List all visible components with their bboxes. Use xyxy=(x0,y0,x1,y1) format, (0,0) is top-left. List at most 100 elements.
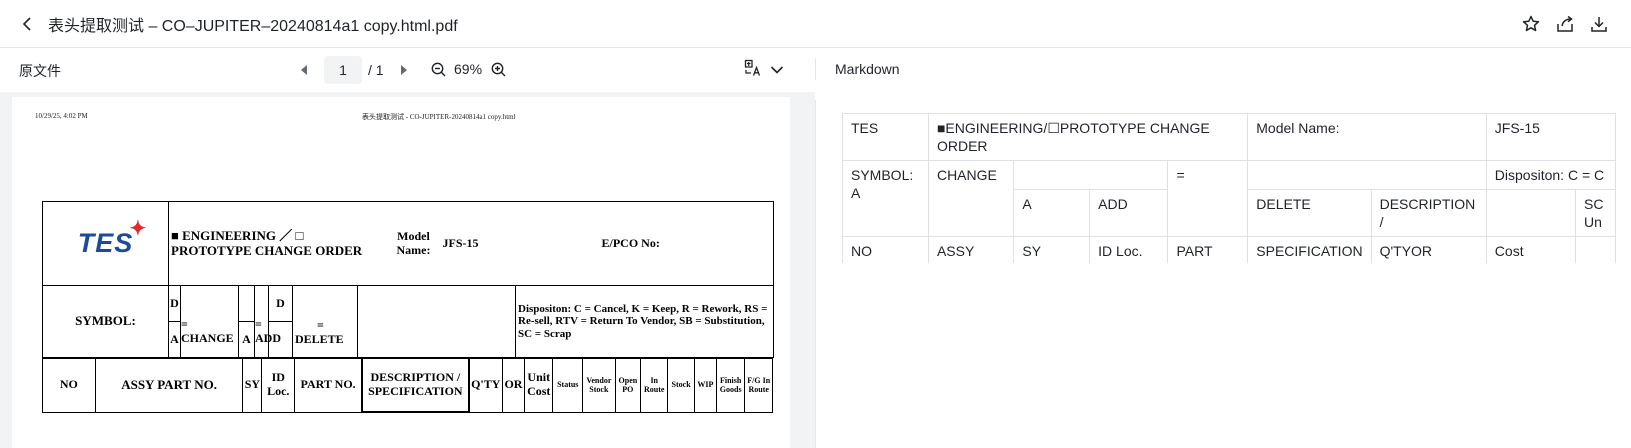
column-header: Q'TY xyxy=(468,357,503,413)
md-row-4: NO ASSY PART NO. SY ID Loc. PART NO. SPE… xyxy=(842,236,1616,263)
original-file-label: 原文件 xyxy=(19,63,61,79)
page-navigator: 1 / 1 xyxy=(296,55,412,85)
md-cell xyxy=(1247,160,1487,190)
pdf-preview-pane[interactable]: 10/29/25, 4:02 PM 表头提取测试 - CO-JUPITER-20… xyxy=(0,92,815,448)
pane-divider[interactable] xyxy=(815,100,816,448)
md-cell: ASSY PART NO. xyxy=(927,236,1015,263)
symbol-a: A xyxy=(168,321,181,358)
md-cell: TES xyxy=(842,113,929,161)
star-logo-icon: ✦ xyxy=(129,217,148,240)
tes-logo: TES ✦ xyxy=(77,217,148,258)
column-header: NO xyxy=(42,357,96,413)
md-cell: SY xyxy=(1013,236,1091,263)
title-bar: 表头提取测试 – CO–JUPITER–20240814a1 copy.html… xyxy=(0,0,1631,48)
page-number-input[interactable]: 1 xyxy=(324,56,362,84)
column-header: Stock xyxy=(667,357,695,413)
md-cell: DESCRIPTION / xyxy=(1370,189,1487,237)
download-icon[interactable] xyxy=(1589,14,1609,34)
md-row-1: TES ■ENGINEERING/☐PROTOTYPE CHANGE ORDER… xyxy=(842,113,1616,161)
next-page-icon[interactable] xyxy=(396,62,412,78)
md-cell: ID Loc. xyxy=(1089,236,1169,263)
symbol-delete: DELETE xyxy=(295,331,344,346)
md-row-2: SYMBOL: A CHANGE = Dispositon: C = C xyxy=(842,160,1616,237)
column-header: Finish Goods xyxy=(715,357,746,413)
logo-cell: TES ✦ xyxy=(42,201,169,286)
pdf-page: 10/29/25, 4:02 PM 表头提取测试 - CO-JUPITER-20… xyxy=(12,97,790,448)
md-cell: SPECIFICATION xyxy=(1247,236,1372,263)
delete-equals: = xyxy=(317,317,324,332)
symbol-empty-cell xyxy=(357,285,516,358)
md-cell: Dispositon: C = C xyxy=(1485,160,1616,190)
column-header: SY xyxy=(242,357,263,413)
md-cell: A xyxy=(1013,189,1091,237)
translate-dropdown[interactable] xyxy=(744,59,784,82)
add-equals: = xyxy=(255,316,262,331)
column-header-row: NO ASSY PART NO. SY ID Loc. PART NO. DESCRIPT… xyxy=(42,357,773,413)
model-name-value: JFS-15 xyxy=(442,201,538,286)
column-header: ID Loc. xyxy=(261,357,296,413)
symbol-add: ADD xyxy=(255,330,281,345)
md-cell: DELETE xyxy=(1247,189,1372,237)
symbol-change: CHANGE xyxy=(181,330,234,345)
md-cell: SYMBOL: A xyxy=(842,160,929,237)
md-cell xyxy=(1485,189,1577,237)
column-header: OR xyxy=(501,357,526,413)
add-a: A xyxy=(238,321,255,358)
epco-label: E/PCO No: xyxy=(537,201,774,286)
order-type: ■ ENGINEERING ／ □ PROTOTYPE CHANGE ORDER xyxy=(168,201,385,286)
column-header: Unit Cost xyxy=(524,357,554,413)
star-icon[interactable] xyxy=(1521,14,1541,34)
document-title: 表头提取测试 – CO–JUPITER–20240814a1 copy.html… xyxy=(48,17,458,35)
zoom-in-icon[interactable] xyxy=(490,61,506,77)
md-cell: PART NO. xyxy=(1167,236,1249,263)
md-cell: = xyxy=(1167,160,1249,237)
column-header: WIP xyxy=(693,357,717,413)
translate-icon xyxy=(744,59,762,82)
pdf-print-date: 10/29/25, 4:02 PM xyxy=(35,112,88,120)
column-header: Open PO xyxy=(614,357,642,413)
column-header: In Route xyxy=(640,357,669,413)
symbol-table: SYMBOL: D = CHANGE = ADD D = DELETE Disp… xyxy=(42,285,774,358)
md-cell: ADD xyxy=(1089,189,1169,237)
column-header: Status xyxy=(552,357,584,413)
page-total: / 1 xyxy=(368,62,384,78)
zoom-out-icon[interactable] xyxy=(430,61,446,77)
zoom-level: 69% xyxy=(454,61,483,77)
md-cell: JFS-15 xyxy=(1485,113,1616,161)
md-cell xyxy=(1575,236,1616,263)
symbol-equals: = xyxy=(181,316,188,331)
markdown-preview[interactable]: TES ■ENGINEERING/☐PROTOTYPE CHANGE ORDER… xyxy=(842,113,1616,263)
symbol-blank xyxy=(238,285,255,322)
column-header: ASSY PART NO. xyxy=(94,357,244,413)
chevron-down-icon xyxy=(770,62,784,80)
markdown-tab-label[interactable]: Markdown xyxy=(835,61,900,77)
column-header: PART NO. xyxy=(294,357,363,413)
delete-d: D xyxy=(268,285,293,322)
md-cell: CHANGE xyxy=(927,160,1015,237)
md-cell: NO xyxy=(842,236,929,263)
column-header: F/G In Route xyxy=(744,357,773,413)
md-cell: ■ENGINEERING/☐PROTOTYPE CHANGE ORDER xyxy=(927,113,1249,161)
back-icon[interactable] xyxy=(20,16,34,31)
md-cell: Q'TYOR xyxy=(1370,236,1487,263)
column-header: Vendor Stock xyxy=(582,357,616,413)
md-cell: SC Un xyxy=(1575,189,1616,237)
symbol-label: SYMBOL: xyxy=(42,285,169,358)
toolbar-divider xyxy=(815,58,816,80)
column-header-table: NO ASSY PART NO. SY ID Loc. PART NO. DESCRIPT… xyxy=(42,357,773,413)
share-icon[interactable] xyxy=(1555,14,1575,34)
prev-page-icon[interactable] xyxy=(296,62,312,78)
change-order-form: TES ✦ ■ ENGINEERING ／ □ PROTOTYPE CHANGE … xyxy=(42,201,774,413)
symbol-d: D xyxy=(168,285,181,322)
md-cell: Cost xyxy=(1485,236,1577,263)
form-title-table: TES ✦ ■ ENGINEERING ／ □ PROTOTYPE CHANGE … xyxy=(42,201,774,286)
disposition-legend: Dispositon: C = Cancel, K = Keep, R = Re… xyxy=(515,285,774,358)
zoom-controls: 69% xyxy=(430,61,506,77)
md-cell xyxy=(1013,160,1169,190)
markdown-table: TES ■ENGINEERING/☐PROTOTYPE CHANGE ORDER… xyxy=(842,113,1616,263)
md-cell: Model Name: xyxy=(1247,113,1487,161)
pdf-running-header: 表头提取测试 - CO-JUPITER-20240814a1 copy.html xyxy=(362,113,516,121)
model-name-label: Model Name: xyxy=(384,201,443,286)
column-header: DESCRIPTION / SPECIFICATION xyxy=(361,357,470,413)
header-actions xyxy=(1521,14,1609,34)
